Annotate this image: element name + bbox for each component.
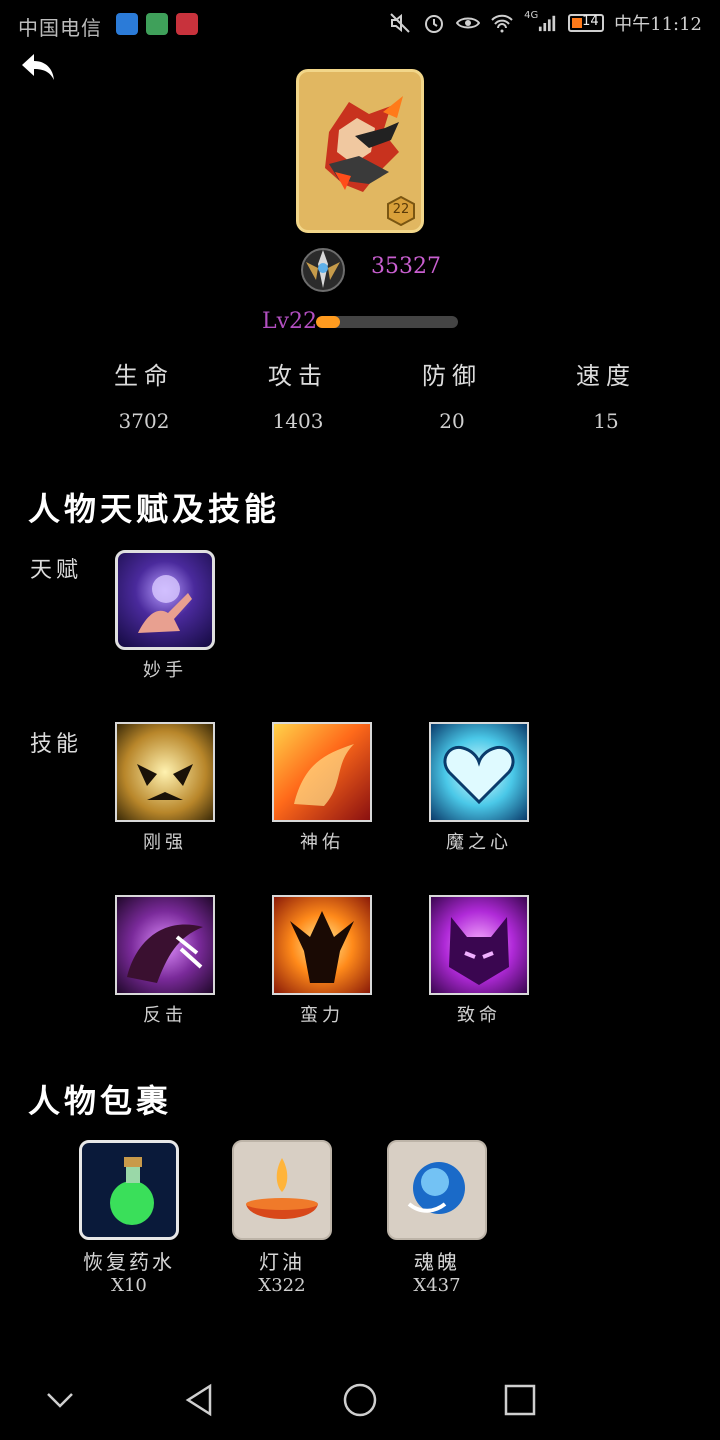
store-app-icon (176, 13, 198, 35)
skill-slot[interactable]: 魔之心 (429, 722, 529, 854)
magic-hand-icon (115, 550, 215, 650)
back-arrow-icon (22, 54, 54, 80)
stat-label: 攻击 (268, 362, 328, 390)
stat-label: 速度 (576, 362, 636, 390)
talent-name: 妙手 (143, 660, 187, 681)
calendar-app-icon (146, 13, 168, 35)
level-badge: 22 (387, 196, 415, 226)
skill-name: 蛮力 (300, 1005, 344, 1026)
nav-recents-button[interactable] (500, 1380, 540, 1420)
counterattack-skill-icon (115, 895, 215, 995)
skill-slot[interactable]: 致命 (429, 895, 529, 1027)
wifi-icon (490, 11, 514, 35)
item-quantity: X322 (258, 1275, 306, 1296)
stat-label: 防御 (422, 362, 482, 390)
soul-orb-icon (387, 1140, 487, 1240)
skill-name: 致命 (457, 1005, 501, 1026)
skill-slot[interactable]: 蛮力 (272, 895, 372, 1027)
triangle-back-icon (185, 1383, 212, 1417)
skill-name: 神佑 (300, 832, 344, 853)
nav-back-button[interactable] (180, 1380, 220, 1420)
status-icons: 4G 14 中午11:12 (388, 10, 702, 36)
fortitude-skill-icon (115, 722, 215, 822)
stat-label: 生命 (114, 362, 174, 390)
combat-power: 35327 (371, 254, 441, 279)
back-button[interactable] (20, 50, 60, 84)
status-bar: 中国电信 4G 14 中午11:12 (0, 0, 720, 48)
inventory-item[interactable]: 灯油 X322 (222, 1140, 342, 1296)
hero-level: Lv22 (262, 309, 318, 334)
alarm-icon (422, 11, 446, 35)
talent-slot[interactable]: 妙手 (115, 550, 215, 682)
xp-progress-fill (316, 316, 341, 328)
brute-force-skill-icon (272, 895, 372, 995)
shield-app-icon (116, 13, 138, 35)
stat-value: 20 (439, 409, 465, 433)
stat-value: 1403 (272, 409, 324, 433)
skill-slot[interactable]: 神佑 (272, 722, 372, 854)
skill-name: 魔之心 (446, 832, 512, 853)
collapse-button[interactable] (40, 1380, 80, 1420)
item-name: 灯油 (259, 1250, 305, 1274)
skill-slot[interactable]: 反击 (115, 895, 215, 1027)
item-name: 恢复药水 (83, 1250, 175, 1274)
potion-icon (79, 1140, 179, 1240)
skill-row-label: 技能 (30, 732, 83, 757)
rank-emblem-icon (298, 244, 348, 294)
item-name: 魂魄 (414, 1250, 460, 1274)
battery-icon: 14 (568, 14, 605, 32)
skill-name: 反击 (143, 1005, 187, 1026)
talents-skills-heading: 人物天赋及技能 (28, 490, 281, 528)
stat-hp: 生命 3702 (84, 356, 204, 433)
chevron-down-icon (47, 1393, 73, 1408)
stat-attack: 攻击 1403 (238, 356, 358, 433)
xp-progress-bar (316, 316, 458, 328)
stat-speed: 速度 15 (546, 356, 666, 433)
stat-value: 15 (593, 409, 619, 433)
talent-row-label: 天赋 (30, 558, 83, 583)
inventory-item[interactable]: 魂魄 X437 (377, 1140, 497, 1296)
system-nav-bar (0, 1360, 720, 1440)
square-recents-icon (504, 1384, 536, 1416)
phoenix-skill-icon (272, 722, 372, 822)
lethal-skill-icon (429, 895, 529, 995)
inventory-heading: 人物包裹 (28, 1082, 173, 1120)
item-quantity: X10 (111, 1275, 147, 1296)
skill-slot[interactable]: 刚强 (115, 722, 215, 854)
battery-level: 14 (582, 14, 599, 29)
stat-defense: 防御 20 (392, 356, 512, 433)
skill-name: 刚强 (143, 832, 187, 853)
eye-icon (456, 11, 481, 35)
hero-portrait[interactable]: 22 (296, 69, 424, 233)
level-badge-text: 22 (392, 202, 410, 217)
circle-home-icon (343, 1383, 377, 1417)
nav-home-button[interactable] (340, 1380, 380, 1420)
signal-icon: 4G (524, 9, 558, 35)
item-quantity: X437 (413, 1275, 461, 1296)
oil-lamp-icon (232, 1140, 332, 1240)
mute-icon (388, 11, 412, 35)
stat-value: 3702 (118, 409, 170, 433)
carrier-name: 中国电信 (18, 16, 102, 40)
clock: 中午11:12 (614, 14, 702, 35)
inventory-item[interactable]: 恢复药水 X10 (69, 1140, 189, 1296)
heart-skill-icon (429, 722, 529, 822)
network-type: 4G (524, 9, 539, 21)
